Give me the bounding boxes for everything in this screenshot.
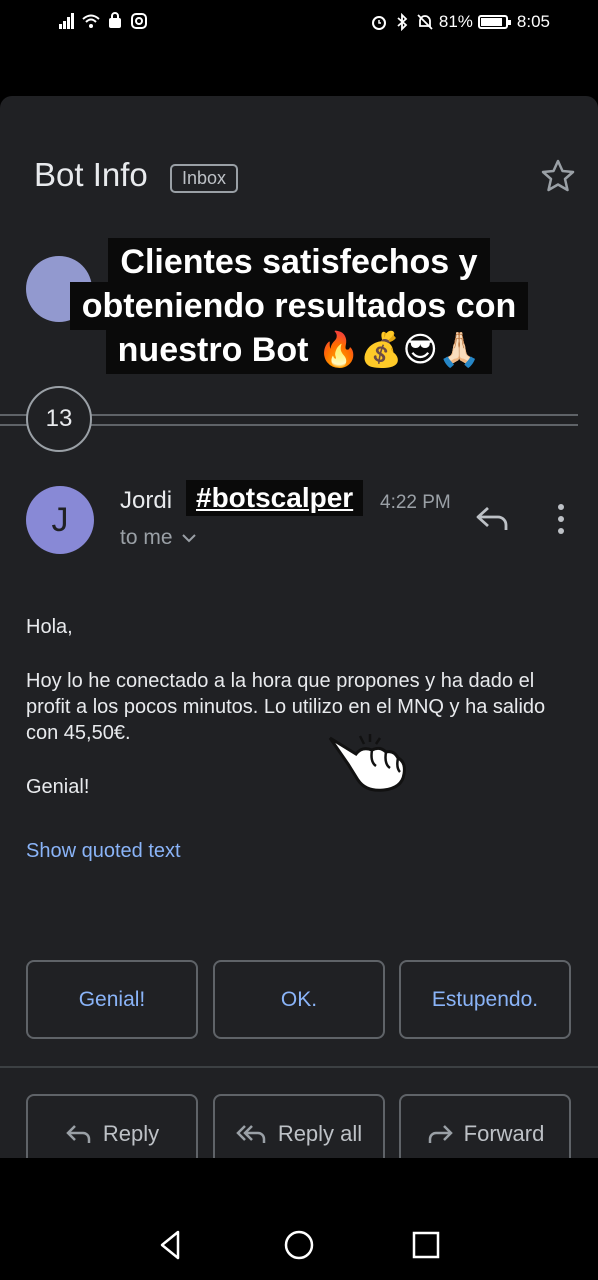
- star-icon[interactable]: [540, 158, 576, 194]
- instagram-icon: [131, 13, 147, 29]
- signal-icon: [59, 13, 74, 29]
- reply-all-label: Reply all: [277, 1120, 363, 1146]
- body-paragraph: Hoy lo he conectado a la hora que propon…: [26, 670, 546, 744]
- forward-label: Forward: [463, 1120, 545, 1146]
- bag-icon: [109, 12, 121, 28]
- caption-line-1: Clientes satisfechos y: [108, 238, 490, 286]
- sender-avatar[interactable]: J: [26, 486, 94, 554]
- chevron-down-icon: [181, 534, 196, 543]
- pointing-hand-icon: [328, 734, 406, 792]
- actions-divider: [0, 1066, 598, 1068]
- home-nav-icon[interactable]: [282, 1228, 316, 1262]
- hashtag-sticker[interactable]: #botscalper: [186, 480, 364, 516]
- reply-all-icon: [236, 1124, 266, 1143]
- story-caption: Clientes satisfechos y obteniendo result…: [0, 238, 598, 374]
- mute-icon: [417, 14, 433, 30]
- bluetooth-icon: [397, 13, 408, 31]
- recipient-label: to me: [120, 526, 173, 549]
- caption-line-3: nuestro Bot 🔥💰😎🙏🏻: [105, 326, 493, 374]
- reply-button[interactable]: Reply: [26, 1094, 198, 1158]
- wifi-icon: [82, 14, 100, 28]
- recents-nav-icon[interactable]: [409, 1228, 443, 1262]
- status-bar: 81% 8:05: [0, 0, 598, 44]
- caption-line-2: obteniendo resultados con: [69, 282, 529, 330]
- forward-icon: [428, 1124, 453, 1143]
- reply-icon: [66, 1124, 91, 1143]
- alarm-icon: [371, 16, 386, 30]
- reply-all-button[interactable]: Reply all: [213, 1094, 385, 1158]
- forward-button[interactable]: Forward: [399, 1094, 571, 1158]
- message-time: 4:22 PM: [380, 492, 451, 513]
- clock: 8:05: [516, 12, 550, 31]
- smart-reply-ok[interactable]: OK.: [213, 960, 385, 1039]
- email-card: Bot Info Inbox 13 J Jordi 4:22 PM to me …: [0, 96, 598, 1158]
- body-greeting: Hola,: [26, 616, 73, 638]
- email-body: Hola, Hoy lo he conectado a la hora que …: [26, 614, 566, 828]
- back-nav-icon[interactable]: [154, 1228, 188, 1262]
- inbox-label[interactable]: Inbox: [170, 164, 239, 193]
- smart-reply-genial[interactable]: Genial!: [26, 960, 198, 1039]
- reply-label: Reply: [102, 1120, 160, 1146]
- reply-icon[interactable]: [474, 504, 510, 534]
- email-subject: Bot Info: [34, 156, 148, 193]
- body-closing: Genial!: [26, 776, 90, 798]
- more-vert-icon[interactable]: [552, 502, 570, 536]
- smart-reply-estupendo[interactable]: Estupendo.: [399, 960, 571, 1039]
- battery-percent: 81%: [438, 12, 473, 31]
- recipient-toggle[interactable]: to me: [120, 526, 197, 550]
- collapsed-messages-count[interactable]: 13: [26, 386, 92, 452]
- show-quoted-text-link[interactable]: Show quoted text: [26, 840, 181, 863]
- sender-name: Jordi: [120, 487, 173, 514]
- battery-icon: [477, 15, 511, 29]
